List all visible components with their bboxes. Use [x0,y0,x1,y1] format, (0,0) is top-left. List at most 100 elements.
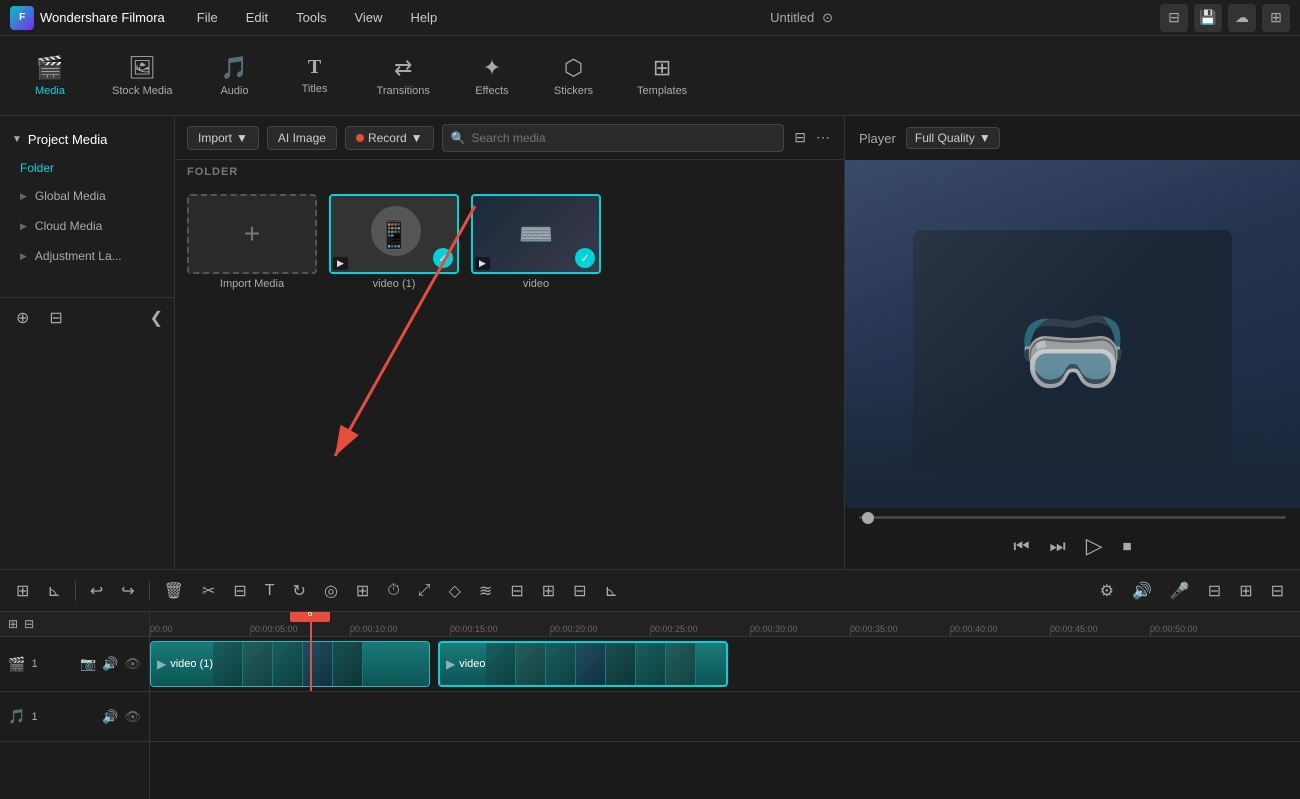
tl-export-btn[interactable]: ⊟ [1265,577,1290,605]
audio-track-eye[interactable]: 👁 [124,709,141,725]
tool-effects[interactable]: ✦ Effects [462,49,522,103]
menu-view[interactable]: View [348,6,388,29]
tl-misc-btn[interactable]: ⊾ [599,577,624,605]
tl-audio-btn[interactable]: ≋ [473,577,498,605]
tl-sep2 [149,581,150,601]
playhead[interactable]: 6 [310,612,312,691]
tl-fullscreen-btn[interactable]: ⤢ [412,578,437,604]
timeline-clip-1[interactable]: ▶ video (1) [150,641,430,687]
ai-image-button[interactable]: AI Image [267,126,337,150]
import-thumb[interactable]: + [187,194,317,274]
tl-audio2-btn[interactable]: 🔊 [1126,577,1158,605]
tl-settings-btn[interactable]: ⚙ [1094,577,1120,605]
media-toolbar-actions: ⊟ ⋯ [792,127,832,148]
tl-text-btn[interactable]: T [259,578,281,604]
skip-back-btn[interactable]: ⏮ [1009,532,1033,561]
record-button[interactable]: Record ▼ [345,126,434,150]
more-icon[interactable]: ⋯ [814,127,832,148]
tl-crop-btn[interactable]: ⊟ [227,577,252,605]
tl-delete-btn[interactable]: 🗑 [158,577,190,605]
tl-rotate-btn[interactable]: ↻ [287,577,312,605]
app-logo: F Wondershare Filmora [10,6,165,30]
menu-tools[interactable]: Tools [290,6,332,29]
tl-multi-track-btn[interactable]: ⊞ [10,577,35,605]
sidebar-item-global-media[interactable]: ▶ Global Media [0,181,174,211]
collapse-sidebar-btn[interactable]: ❮ [150,308,163,328]
stickers-icon: ⬡ [564,55,583,81]
tl-mic-btn[interactable]: 🎤 [1164,577,1196,605]
tl-magnet-btn[interactable]: ⊾ [41,577,66,605]
tl-transform-btn[interactable]: ⊞ [350,577,375,605]
tl-copy-btn[interactable]: ⊟ [504,577,529,605]
ruler-tick-8 [950,630,951,636]
tool-templates[interactable]: ⊞ Templates [625,49,699,103]
sidebar: ▼ Project Media Folder ▶ Global Media ▶ … [0,116,175,569]
adjustment-label: Adjustment La... [35,249,122,263]
tool-media[interactable]: 🎬 Media [20,49,80,103]
audio-track-speaker[interactable]: 🔊 [102,709,118,725]
sidebar-item-cloud-media[interactable]: ▶ Cloud Media [0,211,174,241]
add-folder-btn[interactable]: ⊕ [12,304,33,332]
video1-thumb[interactable]: 📱 ▶ ✓ [329,194,459,274]
play-btn[interactable]: ▷ [1082,529,1107,563]
main-content: ▼ Project Media Folder ▶ Global Media ▶ … [0,116,1300,569]
video2-thumb[interactable]: ⌨️ ▶ ✓ [471,194,601,274]
ruler-mark-9: 00:00:45:00 [1050,624,1098,634]
tl-undo-btn[interactable]: ↩ [84,577,109,605]
menu-help[interactable]: Help [404,6,443,29]
sidebar-item-adjustment[interactable]: ▶ Adjustment La... [0,241,174,271]
tool-stickers[interactable]: ⬡ Stickers [542,49,605,103]
video-track-speaker[interactable]: 🔊 [102,656,118,672]
import-media-item[interactable]: + Import Media [187,194,317,559]
video-track-eye[interactable]: 👁 [124,656,141,672]
progress-dot [862,512,874,524]
timeline-link-btn[interactable]: ⊟ [24,617,34,631]
tl-color-btn[interactable]: ◇ [443,577,467,605]
audio-track-header: 🎵 1 🔊 👁 [0,692,149,742]
filter-icon[interactable]: ⊟ [792,127,808,148]
video2-play-icon: ▶ [475,257,490,270]
menu-edit[interactable]: Edit [240,6,274,29]
tl-link-btn[interactable]: ⊟ [567,577,592,605]
tool-transitions[interactable]: ⇄ Transitions [365,49,442,103]
search-bar: 🔍 [442,124,785,152]
tool-stock-media[interactable]: 🖼 Stock Media [100,49,185,103]
tool-titles[interactable]: T Titles [285,50,345,101]
import-plus-icon: + [244,218,260,250]
grid-btn[interactable]: ⊞ [1262,4,1290,32]
timeline-left-panel: ⊞ ⊟ 🎬 1 📷 🔊 👁 🎵 1 🔊 👁 [0,612,150,799]
tl-effects-btn[interactable]: ◎ [318,577,344,605]
menu-file[interactable]: File [191,6,224,29]
step-back-btn[interactable]: ⏭ [1046,532,1070,561]
sync-icon[interactable]: ⊙ [822,10,833,26]
project-title: Untitled [770,10,814,25]
folder-label: FOLDER [175,160,844,184]
tl-ai-btn[interactable]: ⊞ [1233,577,1258,605]
frame2 [243,642,273,686]
folder-icon[interactable]: ⊟ [45,304,66,332]
tl-cut-btn[interactable]: ✂ [196,577,221,605]
stop-btn[interactable]: ⏹ [1119,532,1136,561]
search-input[interactable] [471,131,775,145]
layout-btn[interactable]: ⊟ [1160,4,1188,32]
tl-redo-btn[interactable]: ↪ [115,577,140,605]
tl-paste-btn[interactable]: ⊞ [536,577,561,605]
stock-media-icon: 🖼 [128,55,156,81]
tl-timer-btn[interactable]: ⏱ [381,578,405,604]
ruler-tick-5 [650,630,651,636]
quality-select[interactable]: Full Quality ▼ [906,127,1000,149]
tl-subtitle-btn[interactable]: ⊟ [1202,577,1227,605]
save-btn[interactable]: 💾 [1194,4,1222,32]
cloud-btn[interactable]: ☁ [1228,4,1256,32]
title-area: Untitled ⊙ [459,10,1144,26]
video1-item[interactable]: 📱 ▶ ✓ video (1) [329,194,459,559]
import-button[interactable]: Import ▼ [187,126,259,150]
progress-bar[interactable] [859,516,1286,519]
video-track-cam[interactable]: 📷 [80,656,96,672]
tool-audio[interactable]: 🎵 Audio [205,49,265,103]
timeline-clip-2[interactable]: ▶ video [438,641,728,687]
sidebar-folder-btn[interactable]: Folder [0,155,174,181]
timeline-add-track-btn[interactable]: ⊞ [8,617,18,631]
effects-label: Effects [475,85,508,97]
video2-item[interactable]: ⌨️ ▶ ✓ video [471,194,601,559]
